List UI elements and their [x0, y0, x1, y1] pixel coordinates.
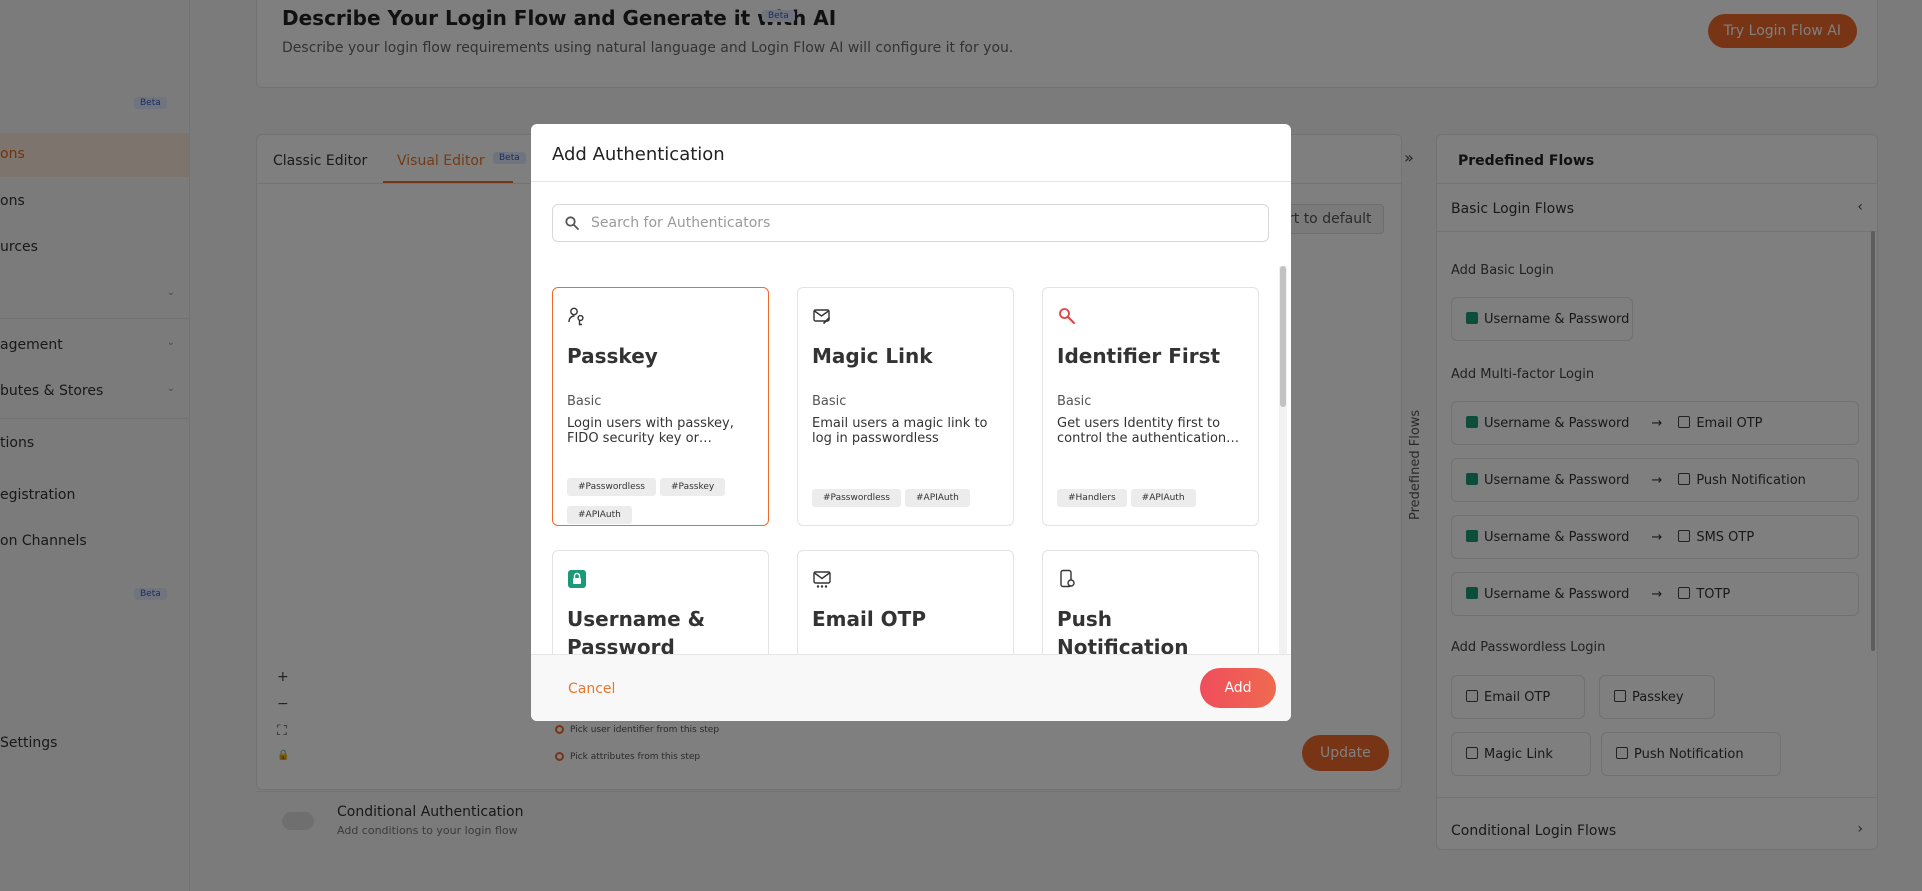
card-description: Get users Identity first to control the … — [1057, 416, 1240, 446]
search-box — [552, 204, 1269, 242]
card-category: Basic — [812, 394, 847, 409]
card-tags: #Passwordless #APIAuth — [812, 485, 1007, 513]
card-tags: #Passwordless #Passkey #APIAuth — [567, 474, 762, 530]
cancel-button[interactable]: Cancel — [568, 681, 615, 697]
search-input[interactable] — [591, 205, 1261, 241]
authenticator-card-username-password[interactable]: Username & Password — [552, 550, 769, 654]
passkey-icon — [568, 307, 584, 326]
card-title: Passkey — [567, 344, 658, 368]
tag: #APIAuth — [905, 489, 970, 507]
dialog-footer: Cancel Add — [531, 654, 1291, 721]
authenticator-card-magic-link[interactable]: Magic Link Basic Email users a magic lin… — [797, 287, 1014, 526]
card-description: Login users with passkey, FIDO security … — [567, 416, 734, 446]
card-title: Email OTP — [812, 607, 926, 631]
authenticator-card-push-notification[interactable]: Push Notification — [1042, 550, 1259, 654]
add-authentication-dialog: Add Authentication Passkey Basic Login u… — [531, 124, 1291, 721]
card-tags: #Handlers #APIAuth — [1057, 485, 1252, 513]
search-icon — [565, 216, 579, 230]
card-category: Basic — [1057, 394, 1092, 409]
tag: #Passwordless — [812, 489, 901, 507]
authenticator-card-email-otp[interactable]: Email OTP — [797, 550, 1014, 654]
tag: #Passkey — [660, 478, 726, 496]
card-title: Username & Password — [567, 607, 706, 654]
divider — [531, 181, 1291, 182]
card-title: Magic Link — [812, 344, 933, 368]
tag: #APIAuth — [567, 506, 632, 524]
dialog-title: Add Authentication — [552, 144, 725, 165]
authenticator-grid: Passkey Basic Login users with passkey, … — [531, 248, 1291, 654]
dialog-scrollbar-thumb[interactable] — [1280, 266, 1286, 407]
card-title: Identifier First — [1057, 344, 1221, 368]
tag: #Passwordless — [567, 478, 656, 496]
identifier-icon — [1059, 308, 1075, 324]
card-description: Email users a magic link to log in passw… — [812, 416, 988, 446]
add-button[interactable]: Add — [1200, 668, 1276, 708]
lock-icon — [568, 570, 586, 588]
email-otp-icon — [813, 571, 831, 588]
card-category: Basic — [567, 394, 602, 409]
card-title: Push Notification — [1057, 607, 1189, 654]
magic-link-icon — [813, 309, 830, 324]
tag: #Handlers — [1057, 489, 1127, 507]
tag: #APIAuth — [1130, 489, 1196, 507]
authenticator-card-passkey[interactable]: Passkey Basic Login users with passkey, … — [552, 287, 769, 526]
authenticator-card-identifier-first[interactable]: Identifier First Basic Get users Identit… — [1042, 287, 1259, 526]
push-notification-icon — [1060, 569, 1075, 588]
